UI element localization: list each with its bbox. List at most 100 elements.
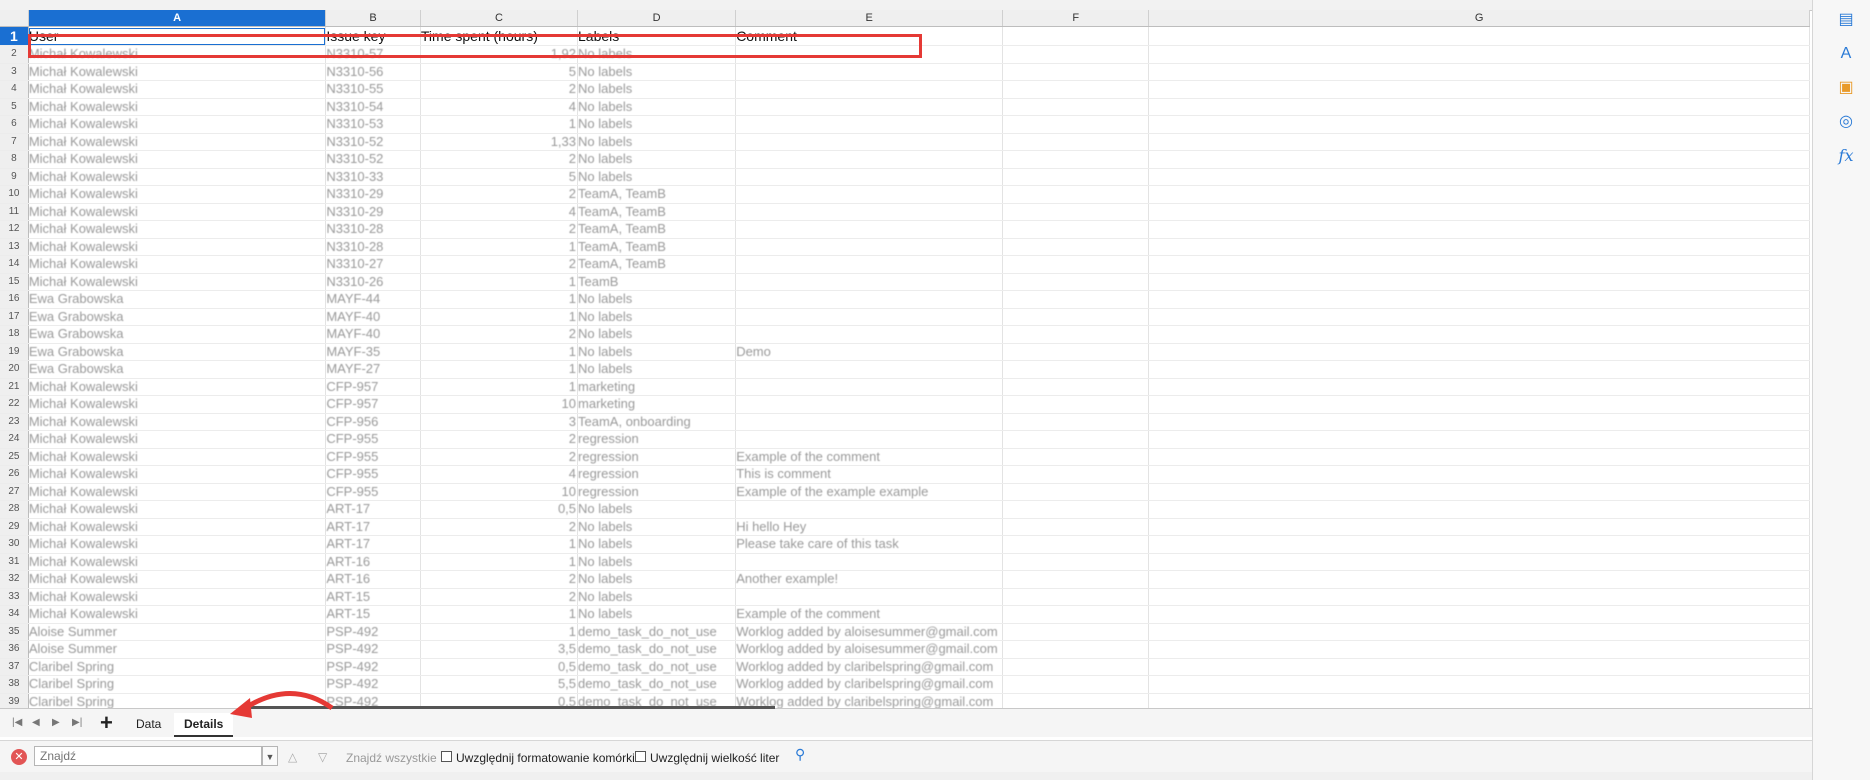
col-header-a[interactable]: A — [28, 10, 327, 27]
cell-time[interactable]: 2 — [420, 430, 579, 449]
cell-comment[interactable]: Please take care of this task — [735, 535, 1004, 554]
cell-empty[interactable] — [1002, 430, 1150, 449]
cell-labels[interactable]: marketing — [577, 395, 737, 414]
row-header[interactable]: 19 — [0, 343, 29, 361]
row-header[interactable]: 38 — [0, 675, 29, 694]
table-row[interactable]: 34 Michał Kowalewski ART-15 1 No labels Examp… — [0, 605, 1810, 624]
cell-comment[interactable] — [735, 238, 1004, 256]
close-find-icon[interactable]: ✕ — [11, 749, 27, 765]
cell-comment[interactable] — [735, 185, 1004, 204]
cell-user[interactable]: Michał Kowalewski — [28, 605, 327, 624]
cell-comment[interactable] — [735, 63, 1004, 81]
cell-time[interactable]: 4 — [420, 98, 579, 116]
cell-empty[interactable] — [1148, 168, 1810, 186]
cell-empty[interactable] — [1002, 518, 1150, 536]
cell-empty[interactable] — [1148, 675, 1810, 694]
row-header[interactable]: 26 — [0, 465, 29, 484]
cell-time[interactable]: 10 — [420, 395, 579, 414]
cell-issue-key[interactable]: N3310-52 — [325, 150, 421, 169]
row-header[interactable]: 13 — [0, 238, 29, 256]
cell-issue-key[interactable]: MAYF-27 — [325, 360, 421, 379]
corner-select-all[interactable] — [0, 10, 29, 27]
cell-empty[interactable] — [1002, 553, 1150, 571]
cell-empty[interactable] — [1002, 290, 1150, 309]
row-header[interactable]: 31 — [0, 553, 29, 571]
cell-labels[interactable]: regression — [577, 430, 737, 449]
col-header-f[interactable]: F — [1002, 10, 1150, 27]
table-row[interactable]: 14 Michał Kowalewski N3310-27 2 TeamA, TeamB — [0, 255, 1810, 274]
col-header-e[interactable]: E — [735, 10, 1004, 27]
cell-empty[interactable] — [1148, 413, 1810, 431]
row-header[interactable]: 24 — [0, 430, 29, 449]
tab-data[interactable]: Data — [126, 713, 171, 735]
cell-empty[interactable] — [1002, 255, 1150, 274]
cell-time[interactable]: 2 — [420, 150, 579, 169]
cell-empty[interactable] — [1002, 588, 1150, 606]
cell-comment[interactable] — [735, 325, 1004, 344]
col-header-c[interactable]: C — [420, 10, 579, 27]
table-row[interactable]: 15 Michał Kowalewski N3310-26 1 TeamB — [0, 273, 1810, 291]
cell-empty[interactable] — [1148, 448, 1810, 466]
cell-time[interactable]: 5,5 — [420, 675, 579, 694]
cell-time[interactable]: 2 — [420, 518, 579, 536]
row-header[interactable]: 18 — [0, 325, 29, 344]
first-sheet-icon[interactable]: |◀ — [12, 717, 22, 728]
cell-user[interactable]: Claribel Spring — [28, 658, 327, 676]
cell-issue-key[interactable]: N3310-27 — [325, 255, 421, 274]
col-header-b[interactable]: B — [325, 10, 421, 27]
cell-time[interactable]: 4 — [420, 465, 579, 484]
cell-comment[interactable] — [735, 308, 1004, 326]
cell-labels[interactable]: No labels — [577, 150, 737, 169]
cell-labels[interactable]: No labels — [577, 290, 737, 309]
cell-empty[interactable] — [1002, 605, 1150, 624]
table-row[interactable]: 28 Michał Kowalewski ART-17 0,5 No labels — [0, 500, 1810, 519]
row-header[interactable]: 7 — [0, 133, 29, 151]
cell-comment[interactable] — [735, 273, 1004, 291]
cell-empty[interactable] — [1002, 675, 1150, 694]
cell-issue-key[interactable]: CFP-955 — [325, 430, 421, 449]
table-row[interactable]: 17 Ewa Grabowska MAYF-40 1 No labels — [0, 308, 1810, 326]
cell-empty[interactable] — [1002, 80, 1150, 99]
cell-empty[interactable] — [1002, 570, 1150, 589]
cell-comment[interactable] — [735, 290, 1004, 309]
cell-time[interactable]: 1 — [420, 360, 579, 379]
cell-issue-key[interactable]: PSP-492 — [325, 623, 421, 641]
cell-comment[interactable]: This is comment — [735, 465, 1004, 484]
cell-issue-key[interactable]: CFP-956 — [325, 413, 421, 431]
cell-empty[interactable] — [1148, 483, 1810, 501]
table-row[interactable]: 30 Michał Kowalewski ART-17 1 No labels Pleas… — [0, 535, 1810, 554]
cell-labels[interactable]: regression — [577, 483, 737, 501]
cell-user[interactable]: Ewa Grabowska — [28, 325, 327, 344]
table-row[interactable]: 24 Michał Kowalewski CFP-955 2 regression — [0, 430, 1810, 449]
cell-user[interactable]: Michał Kowalewski — [28, 150, 327, 169]
cell-user[interactable]: Michał Kowalewski — [28, 378, 327, 396]
cell-issue-key[interactable]: MAYF-35 — [325, 343, 421, 361]
cell-labels[interactable]: No labels — [577, 80, 737, 99]
find-replace-icon[interactable]: ⚲ — [795, 746, 805, 763]
cell-issue-key[interactable]: N3310-54 — [325, 98, 421, 116]
cell-time[interactable]: 2 — [420, 220, 579, 239]
cell-empty[interactable] — [1002, 448, 1150, 466]
cell-labels[interactable]: No labels — [577, 308, 737, 326]
cell-labels[interactable]: No labels — [577, 605, 737, 624]
cell-time[interactable]: 2 — [420, 570, 579, 589]
cell-comment[interactable] — [735, 413, 1004, 431]
cell-empty[interactable] — [1002, 395, 1150, 414]
cell-time[interactable]: 4 — [420, 203, 579, 221]
cell-empty[interactable] — [1148, 535, 1810, 554]
cell-empty[interactable] — [1148, 255, 1810, 274]
cell-empty[interactable] — [1148, 203, 1810, 221]
row-header[interactable]: 2 — [0, 45, 29, 64]
table-row[interactable]: 8 Michał Kowalewski N3310-52 2 No labels — [0, 150, 1810, 169]
cell-empty[interactable] — [1002, 623, 1150, 641]
cell-user[interactable]: Michał Kowalewski — [28, 185, 327, 204]
row-header[interactable]: 14 — [0, 255, 29, 274]
row-header[interactable]: 8 — [0, 150, 29, 169]
cell-labels[interactable]: No labels — [577, 535, 737, 554]
cell-empty[interactable] — [1148, 570, 1810, 589]
cell-time[interactable]: 1 — [420, 115, 579, 134]
cell-labels[interactable]: No labels — [577, 98, 737, 116]
table-row[interactable]: 5 Michał Kowalewski N3310-54 4 No labels — [0, 98, 1810, 116]
cell-user[interactable]: Ewa Grabowska — [28, 308, 327, 326]
cell-user[interactable]: Aloise Summer — [28, 623, 327, 641]
